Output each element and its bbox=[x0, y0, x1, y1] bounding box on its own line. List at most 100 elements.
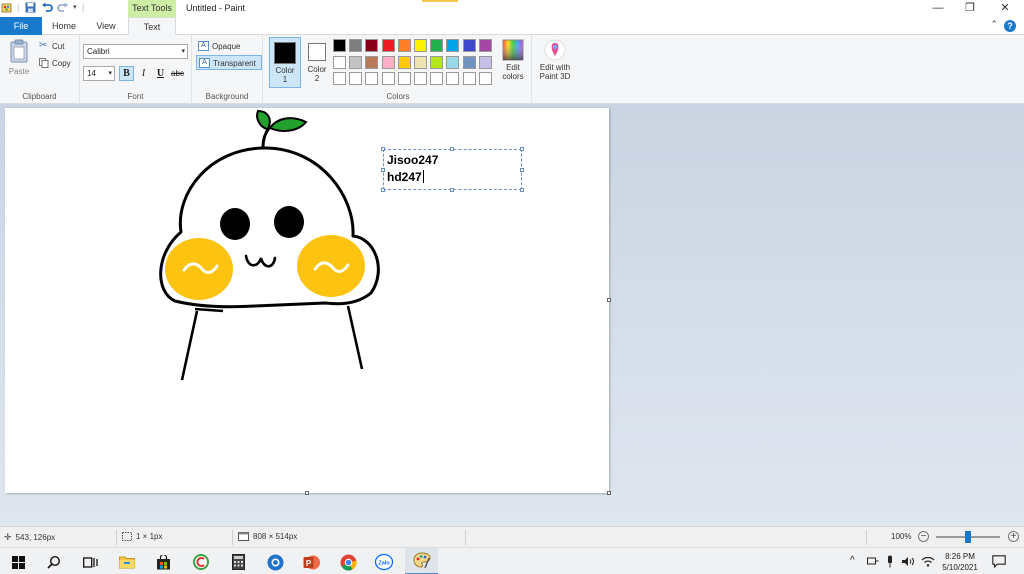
color1-button[interactable]: Color 1 bbox=[269, 37, 301, 88]
palette-swatch[interactable] bbox=[333, 55, 346, 69]
browser-button[interactable] bbox=[264, 551, 286, 573]
powerpoint-button[interactable]: P bbox=[300, 551, 322, 573]
palette-swatch[interactable] bbox=[365, 72, 379, 85]
palette-swatch[interactable] bbox=[414, 39, 427, 52]
bold-button[interactable]: B bbox=[119, 66, 134, 81]
collapse-ribbon-icon[interactable]: ⌃ bbox=[990, 19, 998, 30]
file-explorer-button[interactable] bbox=[116, 551, 138, 573]
palette-swatch[interactable] bbox=[414, 55, 427, 69]
save-icon[interactable] bbox=[25, 2, 36, 13]
volume-icon[interactable] bbox=[901, 556, 915, 567]
zoom-in-button[interactable]: + bbox=[1008, 531, 1019, 542]
palette-swatch[interactable] bbox=[397, 39, 411, 52]
palette-swatch[interactable] bbox=[478, 55, 492, 69]
network-adapter-icon[interactable] bbox=[867, 557, 879, 567]
zoom-out-button[interactable]: − bbox=[918, 531, 929, 542]
tab-home[interactable]: Home bbox=[42, 17, 86, 35]
palette-swatch[interactable] bbox=[349, 39, 363, 52]
palette-swatch[interactable] bbox=[462, 72, 476, 85]
chevron-up-icon[interactable]: ^ bbox=[850, 555, 855, 566]
palette-swatch[interactable] bbox=[365, 55, 379, 69]
palette-swatch[interactable] bbox=[430, 55, 444, 69]
cursor-position-value: 543, 126px bbox=[15, 533, 56, 542]
palette-swatch[interactable] bbox=[462, 55, 476, 69]
canvas-resize-handle-right[interactable] bbox=[607, 298, 611, 302]
palette-swatch[interactable] bbox=[446, 55, 460, 69]
palette-swatch[interactable] bbox=[349, 72, 363, 85]
font-family-select[interactable]: Calibri ▾ bbox=[83, 44, 188, 59]
ccleaner-button[interactable] bbox=[190, 551, 212, 573]
status-bar: ✛ 543, 126px 1 × 1px 808 × 514px 100% − … bbox=[0, 526, 1024, 547]
redo-icon[interactable] bbox=[57, 2, 69, 13]
paint-taskbar-button[interactable] bbox=[405, 548, 438, 574]
palette-swatch[interactable] bbox=[397, 72, 411, 85]
font-size-select[interactable]: 14 ▾ bbox=[83, 66, 115, 81]
transparent-button[interactable]: A Transparent bbox=[196, 55, 262, 70]
palette-swatch[interactable] bbox=[462, 39, 476, 52]
tab-view[interactable]: View bbox=[86, 17, 126, 35]
palette-swatch[interactable] bbox=[478, 72, 492, 85]
drawing-canvas[interactable]: Jisoo247 hd247 bbox=[5, 108, 611, 495]
paste-button[interactable]: Paste bbox=[6, 39, 32, 76]
palette-swatch[interactable] bbox=[446, 39, 460, 52]
palette-swatch[interactable] bbox=[381, 39, 395, 52]
opaque-button[interactable]: A Opaque bbox=[196, 39, 262, 54]
wifi-icon[interactable] bbox=[921, 556, 935, 567]
zoom-slider-thumb[interactable] bbox=[965, 531, 971, 543]
canvas-resize-handle-corner[interactable] bbox=[607, 491, 611, 495]
close-button[interactable]: ✕ bbox=[990, 0, 1020, 17]
textbox-resize-handle[interactable] bbox=[450, 147, 454, 151]
palette-swatch[interactable] bbox=[333, 39, 346, 52]
edit-with-paint3d-button[interactable]: Edit with Paint 3D bbox=[535, 39, 575, 81]
underline-button[interactable]: U bbox=[153, 66, 168, 81]
chrome-button[interactable] bbox=[337, 551, 359, 573]
palette-swatch[interactable] bbox=[365, 39, 379, 52]
canvas-resize-handle-bottom[interactable] bbox=[305, 491, 309, 495]
palette-swatch[interactable] bbox=[430, 72, 444, 85]
copy-button[interactable]: Copy bbox=[39, 58, 71, 68]
palette-swatch[interactable] bbox=[430, 39, 444, 52]
palette-swatch[interactable] bbox=[446, 72, 460, 85]
taskbar-clock[interactable]: 8:26 PM 5/10/2021 bbox=[940, 551, 980, 573]
search-button[interactable] bbox=[43, 551, 65, 573]
textbox-resize-handle[interactable] bbox=[450, 188, 454, 192]
minimize-button[interactable]: — bbox=[923, 0, 953, 17]
edit-colors-button[interactable]: Edit colors bbox=[498, 39, 528, 81]
cut-button[interactable]: ✂ Cut bbox=[39, 41, 64, 51]
text-input-box[interactable]: Jisoo247 hd247 bbox=[381, 147, 524, 192]
palette-swatch[interactable] bbox=[397, 55, 411, 69]
palette-swatch[interactable] bbox=[333, 72, 346, 85]
restore-button[interactable]: ❐ bbox=[955, 0, 985, 17]
textbox-resize-handle[interactable] bbox=[381, 168, 385, 172]
textbox-resize-handle[interactable] bbox=[381, 147, 385, 151]
canvas-workspace[interactable]: Jisoo247 hd247 bbox=[0, 104, 1024, 526]
textbox-resize-handle[interactable] bbox=[520, 168, 524, 172]
palette-swatch[interactable] bbox=[381, 55, 395, 69]
textbox-resize-handle[interactable] bbox=[381, 188, 385, 192]
palette-swatch[interactable] bbox=[349, 55, 363, 69]
tab-file[interactable]: File bbox=[0, 17, 42, 35]
paint3d-icon bbox=[544, 39, 566, 61]
undo-icon[interactable] bbox=[41, 2, 53, 13]
calculator-button[interactable] bbox=[227, 551, 249, 573]
store-button[interactable] bbox=[152, 551, 174, 573]
color2-button[interactable]: Color 2 bbox=[301, 37, 333, 88]
help-icon[interactable]: ? bbox=[1004, 20, 1016, 32]
notifications-icon[interactable] bbox=[992, 555, 1006, 568]
italic-button[interactable]: I bbox=[136, 66, 151, 81]
palette-swatch[interactable] bbox=[478, 39, 492, 52]
customize-quick-access-icon[interactable]: ▾ bbox=[73, 3, 77, 11]
start-button[interactable] bbox=[7, 551, 29, 573]
strikethrough-button[interactable]: abc bbox=[170, 66, 185, 81]
task-view-button[interactable] bbox=[79, 551, 101, 573]
tab-text[interactable]: Text bbox=[128, 17, 176, 36]
textbox-resize-handle[interactable] bbox=[520, 147, 524, 151]
zalo-button[interactable]: Zalo bbox=[373, 551, 395, 573]
palette-swatch[interactable] bbox=[381, 72, 395, 85]
zoom-slider[interactable] bbox=[936, 531, 1000, 543]
paint-app-icon[interactable] bbox=[1, 2, 13, 14]
microphone-icon[interactable] bbox=[886, 555, 894, 568]
textbox-resize-handle[interactable] bbox=[520, 188, 524, 192]
palette-swatch[interactable] bbox=[414, 72, 427, 85]
title-accent-strip bbox=[422, 0, 458, 2]
